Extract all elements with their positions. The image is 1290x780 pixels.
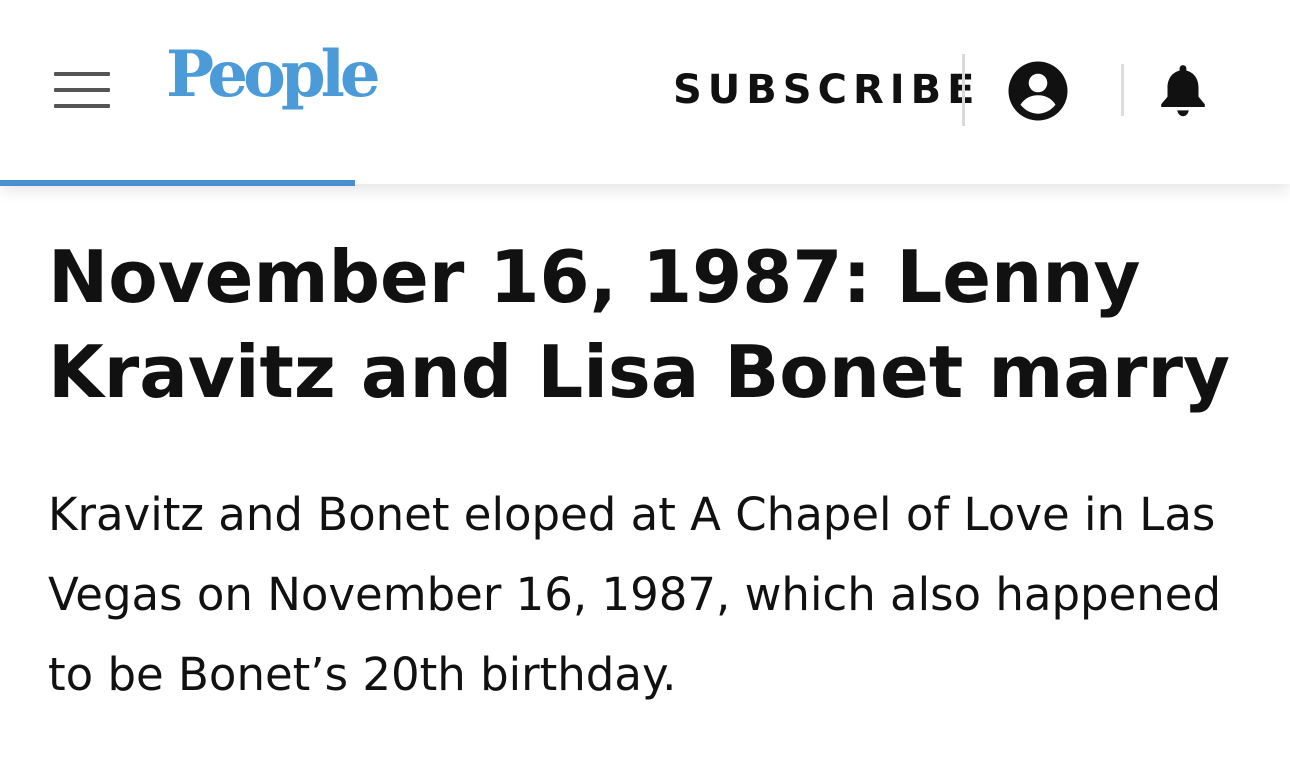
article-headline: November 16, 1987: Lenny Kravitz and Lis… xyxy=(48,235,1230,414)
article-content: November 16, 1987: Lenny Kravitz and Lis… xyxy=(48,230,1258,715)
bell-icon[interactable] xyxy=(1156,62,1210,118)
header-divider xyxy=(1121,64,1124,116)
hamburger-menu-icon-line xyxy=(54,104,110,108)
article-body-text: Kravitz and Bonet eloped at A Chapel of … xyxy=(48,488,1222,701)
reading-progress-bar xyxy=(0,180,1290,186)
subscribe-link[interactable]: SUBSCRIBE xyxy=(673,70,980,110)
header-divider xyxy=(962,54,965,126)
account-circle-icon[interactable] xyxy=(1007,60,1069,122)
hamburger-menu-icon xyxy=(54,72,110,76)
site-header: People SUBSCRIBE xyxy=(0,0,1290,184)
menu-button[interactable] xyxy=(54,72,112,112)
reading-progress-fill xyxy=(0,180,355,186)
hamburger-menu-icon-line xyxy=(54,88,110,92)
people-logo[interactable]: People xyxy=(166,43,381,107)
